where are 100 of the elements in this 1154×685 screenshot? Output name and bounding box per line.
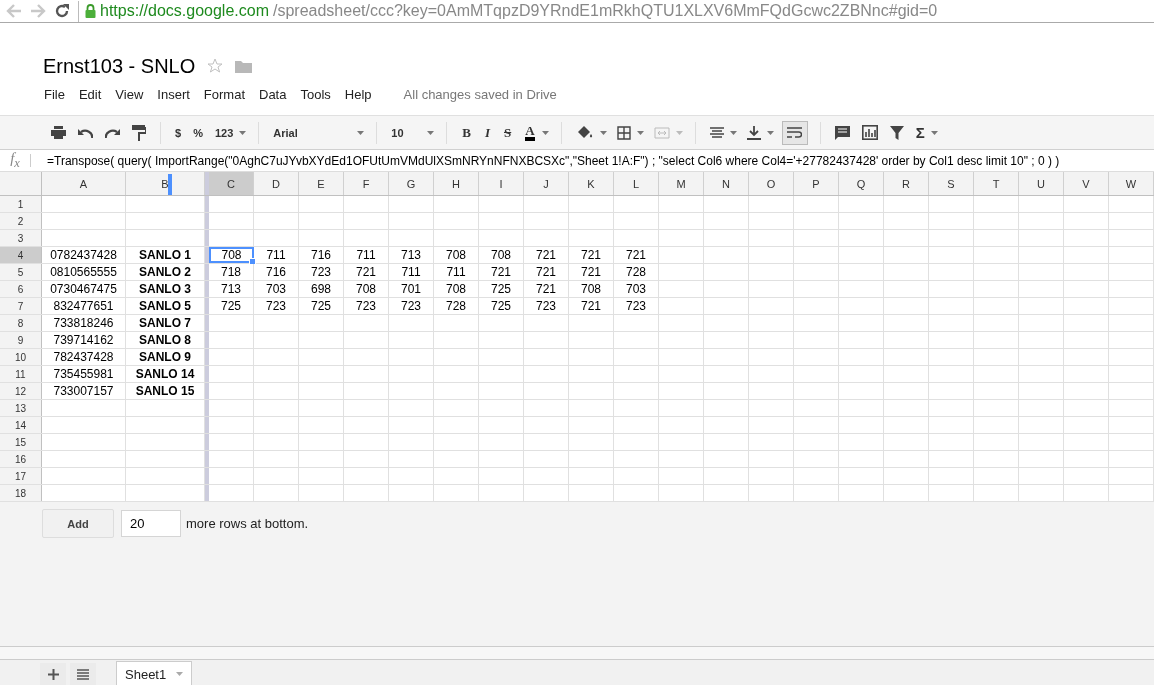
table-cell: 721 — [536, 248, 556, 262]
strikethrough-button[interactable]: S — [504, 124, 512, 141]
borders-icon[interactable] — [616, 125, 631, 140]
row-count-field[interactable]: 20 — [121, 510, 181, 537]
horizontal-scrollbar[interactable] — [0, 646, 1154, 659]
column-header[interactable]: L — [614, 172, 659, 195]
table-cell: 728 — [446, 299, 466, 313]
font-dropdown[interactable]: Arial — [273, 126, 352, 139]
comment-icon[interactable] — [834, 125, 850, 140]
row-number[interactable]: 16 — [0, 451, 42, 467]
row-number[interactable]: 9 — [0, 332, 42, 348]
row-number[interactable]: 10 — [0, 349, 42, 365]
align-icon[interactable] — [709, 126, 724, 139]
menu-item[interactable]: Insert — [157, 86, 190, 102]
column-header[interactable]: D — [254, 172, 299, 195]
caret-icon[interactable] — [239, 130, 247, 135]
wrap-text-button[interactable] — [781, 120, 808, 145]
menu-item[interactable]: Edit — [78, 86, 102, 102]
vertical-align-icon[interactable] — [746, 125, 761, 140]
percent-format-button[interactable]: % — [193, 126, 203, 139]
table-cell: 721 — [581, 299, 601, 313]
row-number[interactable]: 13 — [0, 400, 42, 416]
bold-button[interactable]: B — [462, 124, 471, 141]
add-sheet-button[interactable] — [40, 663, 66, 685]
column-header[interactable]: K — [569, 172, 614, 195]
row-number[interactable]: 7 — [0, 298, 42, 314]
column-header[interactable]: R — [884, 172, 929, 195]
column-header[interactable]: F — [344, 172, 389, 195]
address-bar[interactable]: https://docs.google.com /spreadsheet/ccc?key=0AmMTqpzD9YRndE1mRkhQTU1XLXV6MmFQdGcwc2ZBNnc#gid=0 — [78, 0, 1154, 22]
caret-icon[interactable] — [636, 130, 644, 135]
column-header[interactable]: I — [479, 172, 524, 195]
caret-icon[interactable] — [176, 672, 184, 676]
table-cell: 698 — [311, 282, 331, 296]
caret-icon[interactable] — [930, 130, 938, 135]
caret-icon[interactable] — [599, 130, 607, 135]
menu-item[interactable]: Tools — [300, 86, 331, 102]
merge-cells-icon[interactable] — [653, 126, 670, 139]
sheet-list-button[interactable] — [70, 663, 96, 685]
column-header[interactable]: E — [299, 172, 344, 195]
currency-format-button[interactable]: $ — [175, 126, 182, 139]
table-cell: 782437428 — [53, 350, 114, 364]
functions-button[interactable]: Σ — [915, 124, 925, 141]
star-icon[interactable] — [207, 58, 224, 74]
table-cell: 708 — [491, 248, 511, 262]
save-status: All changes saved in Drive — [403, 86, 557, 102]
menu-item[interactable]: Data — [259, 86, 287, 102]
column-header[interactable]: G — [389, 172, 434, 195]
column-header[interactable]: T — [974, 172, 1019, 195]
column-header[interactable]: N — [704, 172, 749, 195]
column-header[interactable]: O — [749, 172, 794, 195]
column-header[interactable]: Q — [839, 172, 884, 195]
menu-item[interactable]: Format — [203, 86, 245, 102]
caret-icon[interactable] — [427, 130, 435, 135]
row-number[interactable]: 3 — [0, 230, 42, 246]
italic-button[interactable]: I — [484, 124, 490, 141]
column-header[interactable]: C — [209, 172, 254, 195]
row-number[interactable]: 11 — [0, 366, 42, 382]
column-header[interactable]: U — [1019, 172, 1064, 195]
row-number[interactable]: 18 — [0, 485, 42, 501]
caret-icon[interactable] — [729, 130, 737, 135]
row-number[interactable]: 6 — [0, 281, 42, 297]
document-title[interactable]: Ernst103 - SNLO — [43, 54, 196, 78]
row-number[interactable]: 12 — [0, 383, 42, 399]
undo-icon[interactable] — [78, 127, 93, 138]
caret-icon[interactable] — [541, 130, 549, 135]
redo-icon[interactable] — [105, 127, 120, 138]
menu-item[interactable]: Help — [344, 86, 372, 102]
menu-item[interactable]: View — [115, 86, 144, 102]
filter-icon[interactable] — [889, 125, 904, 140]
formula-input[interactable]: =Transpose( query( ImportRange("0AghC7uJYvbXYdEd1OFUtUmVMdUlXSmNRYnNFNXBCSXc","Sheet 1!A:F") ; "select Col6 where Col4='+27782437428' order by Col1 desc limit 10" ; 0 ) ) — [47, 153, 1060, 168]
column-header[interactable]: A — [42, 172, 126, 195]
freeze-handle[interactable] — [168, 174, 172, 195]
font-size-dropdown[interactable]: 10 — [391, 126, 422, 139]
add-button[interactable]: Add — [42, 509, 114, 538]
column-header[interactable]: H — [434, 172, 479, 195]
column-header[interactable]: P — [794, 172, 839, 195]
row-number[interactable]: 4 — [0, 247, 42, 263]
reload-icon[interactable] — [54, 3, 70, 19]
menu-item[interactable]: File — [44, 86, 65, 102]
caret-icon[interactable] — [357, 130, 365, 135]
row-number[interactable]: 1 — [0, 196, 42, 212]
sheet-tab[interactable]: Sheet1 — [116, 661, 193, 685]
row-number[interactable]: 8 — [0, 315, 42, 331]
number-format-button[interactable]: 123 — [214, 126, 234, 139]
row-number[interactable]: 2 — [0, 213, 42, 229]
row-number[interactable]: 15 — [0, 434, 42, 450]
column-header[interactable]: W — [1109, 172, 1154, 195]
column-header[interactable]: J — [524, 172, 569, 195]
column-header[interactable]: M — [659, 172, 704, 195]
column-header[interactable]: V — [1064, 172, 1109, 195]
caret-icon[interactable] — [766, 130, 774, 135]
selected-cell[interactable]: 708 — [209, 247, 254, 263]
row-number[interactable]: 17 — [0, 468, 42, 484]
paint-roller-icon[interactable] — [132, 124, 146, 141]
row-number[interactable]: 14 — [0, 417, 42, 433]
text-color-button[interactable]: A — [525, 124, 535, 141]
chart-icon[interactable] — [861, 125, 878, 140]
print-icon[interactable] — [51, 126, 66, 139]
row-number[interactable]: 5 — [0, 264, 42, 280]
column-header[interactable]: S — [929, 172, 974, 195]
